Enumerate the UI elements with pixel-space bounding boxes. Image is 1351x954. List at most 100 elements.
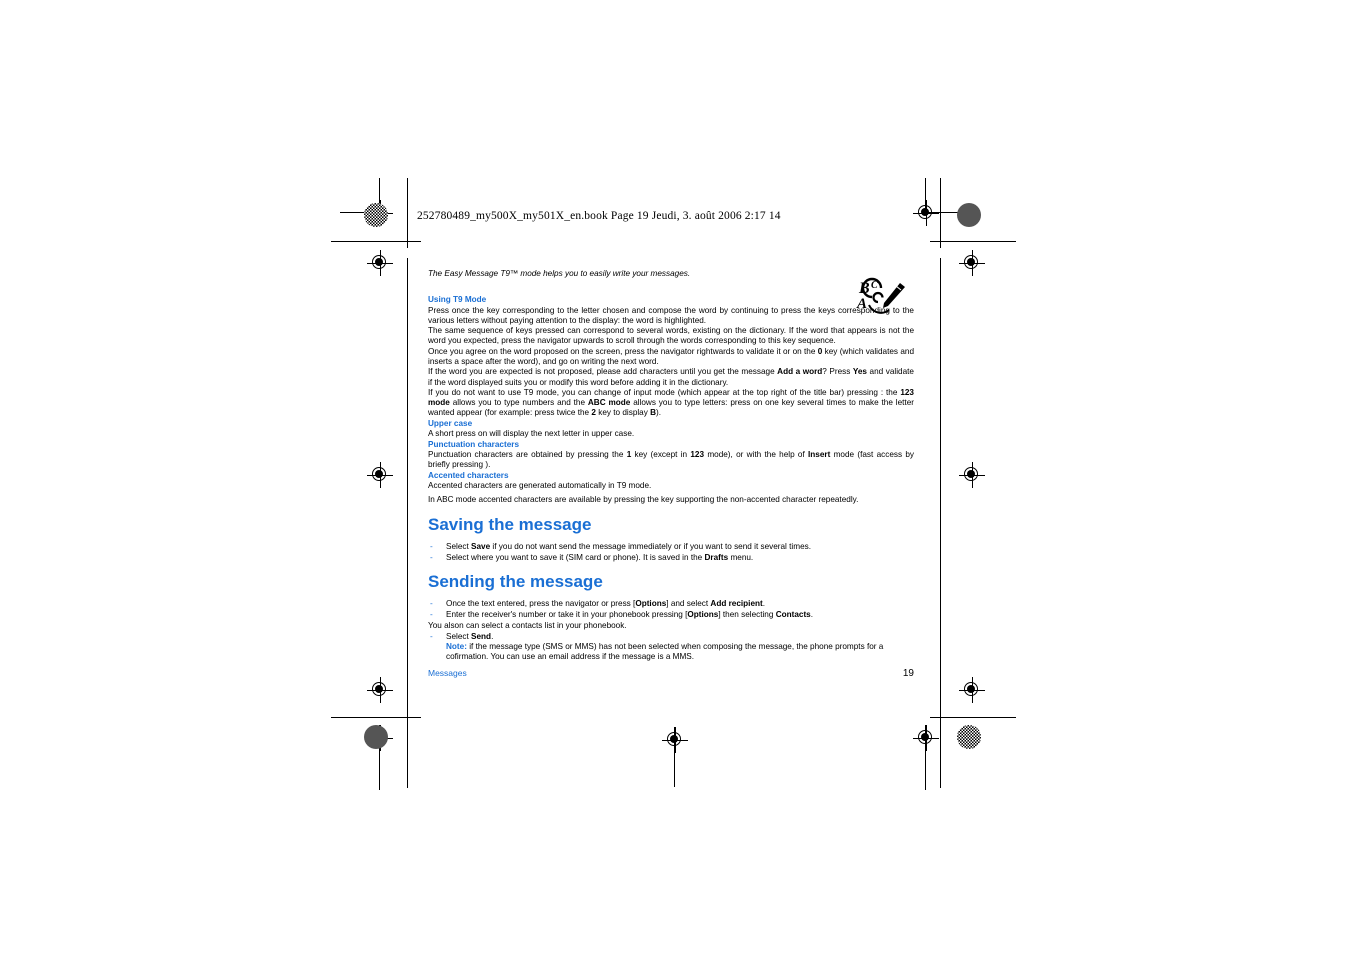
text-send-item2-pre: Enter the receiver's number or take it i… [446,609,688,619]
trim-line-bottom-right [930,717,1016,718]
dash-bullet-icon: - [430,541,433,551]
text-send-item1-post: . [762,598,766,608]
page-footer: Messages 19 [428,668,914,679]
trim-line-top-right [930,241,1016,242]
list-item: - Once the text entered, press the naviga… [428,598,914,609]
label-drafts: Drafts [704,552,729,562]
label-save: Save [471,541,491,551]
paragraph-accented-2: In ABC mode accented characters are avai… [428,495,859,505]
text-punct-pre: Punctuation characters are obtained by p… [428,450,627,460]
list-item: - Select where you want to save it (SIM c… [428,552,914,563]
footer-page-number: 19 [902,668,914,679]
density-patch-solid-top-right [957,203,981,227]
registration-target-top-right-slug [913,200,939,226]
label-options-1: Options [635,598,667,608]
text-drafts-pre: Select where you want to save it (SIM ca… [446,552,705,562]
text-drafts-post: menu. [728,552,754,562]
crosshair-vertical-bottom-right [925,725,926,790]
subheading-punctuation-characters: Punctuation characters [428,439,519,449]
text-add-mid: ? Press [822,367,853,377]
paragraph-add-a-word: If the word you are expected is not prop… [428,367,914,388]
registration-target-bottom-center [662,727,688,753]
sending-list-send: - Select Send. Note: if the message type … [428,631,914,663]
text-select-send-pre: Select [446,631,472,641]
section-heading-sending-the-message: Sending the message [428,571,603,591]
label-options-2: Options [687,609,719,619]
registration-target-bottom-left-outer [367,725,393,751]
trim-line-left-vertical-body [407,258,408,788]
paragraph-once-you-agree: Once you agree on the word proposed on t… [428,347,914,368]
crosshair-vertical-top-left [379,178,380,214]
text-send-item2-mid: ] then selecting [718,609,776,619]
text-mode-post: ). [656,408,662,418]
registration-target-top-left [367,250,393,276]
text-punct-mid1: key (except in [631,450,691,460]
list-item: - Enter the receiver's number or take it … [428,609,914,620]
paragraph-punctuation: Punctuation characters are obtained by p… [428,450,914,471]
label-add-recipient: Add recipient [710,598,763,608]
crosshair-vertical-top-right [925,178,926,214]
dash-bullet-icon: - [430,552,433,562]
paragraph-input-mode: If you do not want to use T9 mode, you c… [428,388,914,419]
page-content: The Easy Message T9™ mode helps you to e… [428,268,914,663]
sending-list: - Once the text entered, press the naviga… [428,598,914,620]
dash-bullet-icon: - [430,598,433,608]
trim-line-left-vertical [407,178,408,248]
subheading-using-t9: Using T9 Mode [428,295,487,304]
registration-target-middle-right [959,462,985,488]
label-add-a-word: Add a word [777,367,823,377]
label-send: Send [471,631,492,641]
crosshair-horizontal-top-left [340,212,380,213]
paragraph-same-sequence: The same sequence of keys pressed can co… [428,326,914,346]
dash-bullet-icon: - [430,609,433,619]
text-add-pre: If the word you are expected is not prop… [428,367,778,377]
label-insert: Insert [808,450,831,460]
registration-target-top-left-slug [367,200,393,226]
crosshair-horizontal-top-right [925,212,967,213]
text-send-item2-post: . [810,609,814,619]
registration-target-bottom-right [959,677,985,703]
paragraph-press-once: Press once the key corresponding to the … [428,305,914,325]
registration-target-top-right [959,250,985,276]
footer-chapter-label: Messages [428,668,467,678]
text-save-pre: Select [446,541,472,551]
text-send-item1-mid: ] and select [666,598,711,608]
subheading-accented-characters: Accented characters [428,470,509,480]
density-patch-screen-bottom-right [957,725,981,749]
paragraph-accented-1: Accented characters are generated automa… [428,481,652,491]
dash-bullet-icon: - [430,631,433,641]
text-once-pre: Once you agree on the word proposed on t… [428,346,818,356]
text-send-item1-pre: Once the text entered, press the navigat… [446,598,636,608]
slug-line: 252780489_my500X_my501X_en.book Page 19 … [417,210,781,222]
saving-list: - Select Save if you do not want send the… [428,541,914,563]
label-contacts: Contacts [775,609,811,619]
trim-line-bottom-left [331,717,421,718]
paragraph-upper-case: A short press on will display the next l… [428,429,635,439]
registration-target-middle-left [367,462,393,488]
text-save-post: if you do not want send the message imme… [490,541,811,551]
trim-line-top-left [331,241,421,242]
label-123: 123 [690,450,705,460]
list-item: - Select Save if you do not want send the… [428,541,914,552]
text-mode-mid3: key to display [595,408,651,418]
text-select-send-post: . [491,631,494,641]
text-mode-mid1: allows you to type numbers and the [449,398,588,408]
trim-line-right-vertical [940,178,941,248]
list-item: - Select Send. Note: if the message type … [428,631,914,663]
registration-target-bottom-right-outer [913,725,939,751]
crosshair-vertical-bottom-left [379,725,380,790]
subheading-upper-case: Upper case [428,418,473,428]
text-punct-mid2: mode), or with the help of [704,450,809,460]
paragraph-contacts-list: You alson can select a contacts list in … [428,620,627,630]
trim-line-right-vertical-body [940,258,941,788]
section-heading-saving-the-message: Saving the message [428,514,592,534]
registration-target-bottom-left [367,677,393,703]
density-patch-solid-bottom-left [364,725,388,749]
note-block: Note: if the message type (SMS or MMS) h… [446,642,914,663]
text-mode-pre: If you do not want to use T9 mode, you c… [428,387,901,397]
label-abc-mode: ABC mode [587,398,631,408]
density-patch-screen-top-left [364,203,388,227]
label-yes: Yes [852,367,867,377]
crosshair-vertical-bottom-center [674,727,675,787]
note-text: if the message type (SMS or MMS) has not… [446,641,884,662]
